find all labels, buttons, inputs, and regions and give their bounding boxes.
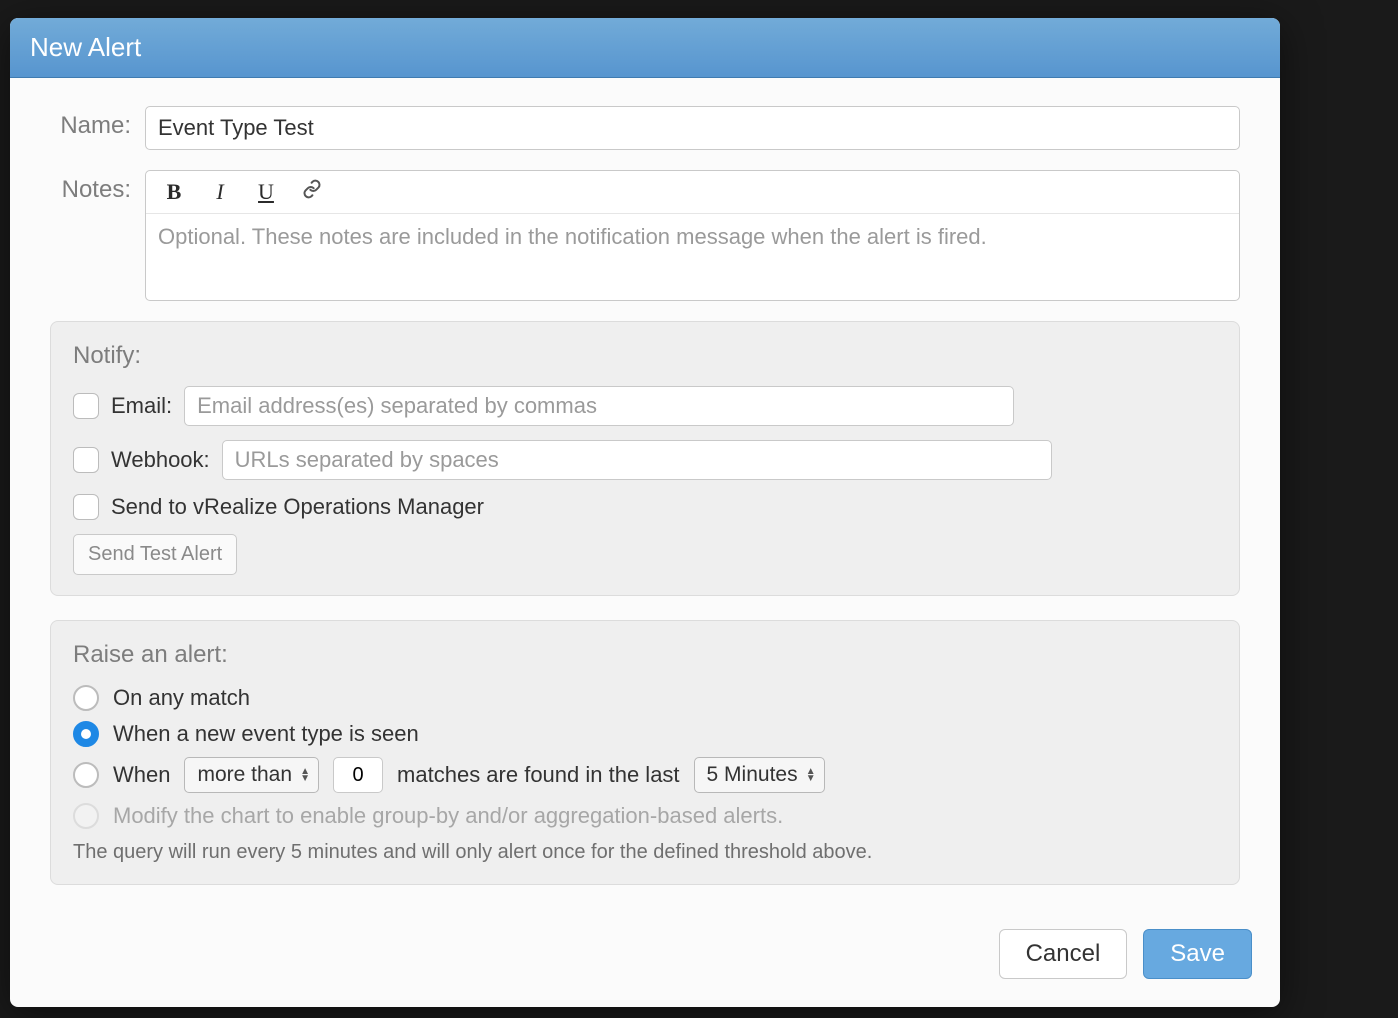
cancel-button[interactable]: Cancel [999,929,1128,979]
modal-body: Name: Notes: B I U Optional. T [10,78,1280,885]
radio-threshold[interactable] [73,762,99,788]
name-row: Name: [50,106,1240,150]
email-checkbox[interactable] [73,393,99,419]
email-input[interactable] [184,386,1014,426]
notes-toolbar: B I U [146,171,1239,214]
new-alert-modal: New Alert Name: Notes: B I U [10,18,1280,1007]
notes-row: Notes: B I U Optional. These notes are i… [50,170,1240,301]
notes-editor: B I U Optional. These notes are included… [145,170,1240,301]
vrops-checkbox[interactable] [73,494,99,520]
name-label: Name: [50,106,145,140]
name-input[interactable] [145,106,1240,150]
comparison-select[interactable]: more than ▲▼ [184,757,319,793]
notes-textarea[interactable]: Optional. These notes are included in th… [146,214,1239,300]
bold-icon[interactable]: B [162,179,186,205]
radio-groupby-label: Modify the chart to enable group-by and/… [113,803,783,829]
italic-icon[interactable]: I [208,179,232,205]
notify-panel: Notify: Email: Webhook: Send to vRealize… [50,321,1240,596]
raise-option-groupby: Modify the chart to enable group-by and/… [73,803,1217,829]
notes-label: Notes: [50,170,145,204]
radio-any-label: On any match [113,685,250,711]
radio-new-event-label: When a new event type is seen [113,721,419,747]
raise-option-new-event: When a new event type is seen [73,721,1217,747]
notify-title: Notify: [73,342,1217,370]
vrops-label: Send to vRealize Operations Manager [111,494,484,520]
threshold-count-input[interactable] [333,757,383,793]
link-icon[interactable] [300,179,324,205]
comparison-value: more than [197,763,292,787]
notify-email-row: Email: [73,386,1217,426]
raise-panel: Raise an alert: On any match When a new … [50,620,1240,885]
notify-webhook-row: Webhook: [73,440,1217,480]
raise-title: Raise an alert: [73,641,1217,669]
webhook-label: Webhook: [111,447,210,473]
radio-new-event[interactable] [73,721,99,747]
notify-vrops-row: Send to vRealize Operations Manager [73,494,1217,520]
radio-any-match[interactable] [73,685,99,711]
modal-footer: Cancel Save [10,909,1280,1007]
chevron-updown-icon: ▲▼ [806,768,816,782]
time-window-value: 5 Minutes [707,763,798,787]
radio-groupby [73,803,99,829]
raise-hint: The query will run every 5 minutes and w… [73,841,1217,864]
send-test-alert-button[interactable]: Send Test Alert [73,534,237,575]
email-label: Email: [111,393,172,419]
matches-text: matches are found in the last [397,762,680,788]
webhook-checkbox[interactable] [73,447,99,473]
underline-icon[interactable]: U [254,179,278,205]
webhook-input[interactable] [222,440,1052,480]
chevron-updown-icon: ▲▼ [300,768,310,782]
raise-option-any: On any match [73,685,1217,711]
time-window-select[interactable]: 5 Minutes ▲▼ [694,757,825,793]
raise-option-threshold: When more than ▲▼ matches are found in t… [73,757,1217,793]
when-prefix: When [113,762,170,788]
save-button[interactable]: Save [1143,929,1252,979]
modal-title: New Alert [10,18,1280,78]
